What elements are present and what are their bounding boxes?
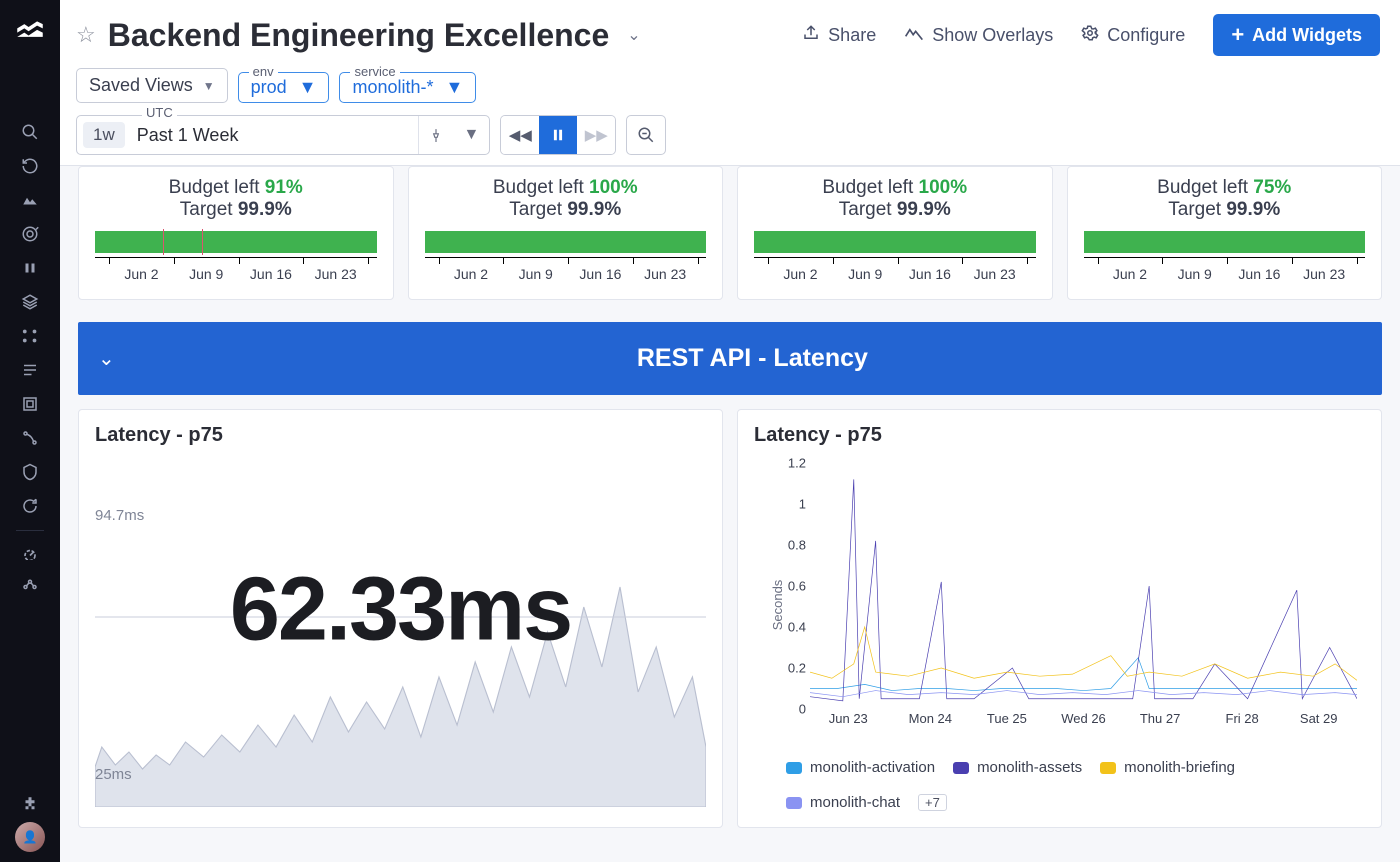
slo-budget-line: Budget left 100%: [754, 177, 1036, 199]
logo-icon[interactable]: [11, 8, 49, 46]
synthetics-icon[interactable]: [10, 571, 50, 603]
containers-icon[interactable]: [10, 388, 50, 420]
service-dropdown[interactable]: service monolith-* ▼: [339, 72, 476, 103]
slo-card[interactable]: Budget left 75%Target 99.9% Jun 2Jun 9Jun…: [1067, 166, 1383, 300]
x-axis-ticks: Jun 23Mon 24Tue 25Wed 26Thu 27Fri 28Sat …: [810, 711, 1357, 729]
pause-button[interactable]: [539, 116, 577, 154]
legend-item[interactable]: monolith-activation: [786, 759, 935, 776]
widget-title: Latency - p75: [754, 424, 1365, 447]
slo-target-line: Target 99.9%: [95, 199, 377, 221]
pin-icon[interactable]: [418, 116, 453, 154]
title-dropdown-icon[interactable]: ⌄: [621, 19, 646, 51]
slo-axis: Jun 2Jun 9Jun 16Jun 23: [1084, 257, 1366, 285]
gear-icon: [1081, 24, 1099, 47]
recent-icon[interactable]: [10, 150, 50, 182]
plugins-icon[interactable]: [10, 788, 50, 820]
slo-card[interactable]: Budget left 100%Target 99.9% Jun 2Jun 9Ju…: [408, 166, 724, 300]
slo-status-bar: [754, 231, 1036, 253]
playback-controls: ◀◀ ▶▶: [500, 115, 616, 155]
chevron-down-icon: ▼: [203, 79, 215, 93]
time-range-badge: 1w: [83, 122, 125, 148]
avatar[interactable]: 👤: [15, 822, 45, 852]
slo-card[interactable]: Budget left 91%Target 99.9% Jun 2Jun 9Jun…: [78, 166, 394, 300]
logs-icon[interactable]: [10, 354, 50, 386]
overlays-icon: [904, 24, 924, 47]
ci-icon[interactable]: [10, 490, 50, 522]
add-widgets-button[interactable]: + Add Widgets: [1213, 14, 1380, 56]
network-icon[interactable]: [10, 320, 50, 352]
legend-item[interactable]: monolith-briefing: [1100, 759, 1235, 776]
y-axis-high-label: 94.7ms: [95, 507, 706, 524]
legend-swatch: [953, 762, 969, 774]
chevron-down-icon[interactable]: ▼: [453, 116, 489, 154]
y-axis-ticks: 00.20.40.60.811.2: [774, 463, 806, 709]
services-icon[interactable]: [10, 422, 50, 454]
chevron-down-icon: ▼: [299, 77, 317, 98]
search-icon[interactable]: [10, 116, 50, 148]
rum-icon[interactable]: [10, 537, 50, 569]
legend-swatch: [786, 797, 802, 809]
latency-bignumber-widget[interactable]: Latency - p75 94.7ms 62.33ms 25ms: [78, 409, 723, 828]
share-icon: [802, 24, 820, 47]
section-header[interactable]: ⌄ REST API - Latency: [78, 322, 1382, 395]
latency-timeseries-widget[interactable]: Latency - p75 Seconds 00.20.40.60.811.2 …: [737, 409, 1382, 828]
chart-plot-area: [810, 463, 1357, 709]
page-title: Backend Engineering Excellence: [108, 17, 610, 54]
slo-axis: Jun 2Jun 9Jun 16Jun 23: [425, 257, 707, 285]
big-number-value: 62.33ms: [230, 558, 571, 661]
slo-budget-line: Budget left 100%: [425, 177, 707, 199]
step-back-button[interactable]: ◀◀: [501, 116, 539, 154]
widget-title: Latency - p75: [95, 424, 706, 447]
slo-axis: Jun 2Jun 9Jun 16Jun 23: [754, 257, 1036, 285]
legend-item[interactable]: monolith-assets: [953, 759, 1082, 776]
chart-legend: monolith-activation monolith-assets monoli…: [754, 759, 1365, 811]
slo-status-bar: [95, 231, 377, 253]
chevron-down-icon[interactable]: ⌄: [98, 346, 115, 371]
slo-target-line: Target 99.9%: [1084, 199, 1366, 221]
legend-more-button[interactable]: +7: [918, 794, 947, 811]
slo-widget-row: Budget left 91%Target 99.9%Jun 2Jun 9Jun…: [78, 166, 1382, 300]
y-axis-low-label: 25ms: [95, 766, 132, 783]
slo-budget-line: Budget left 91%: [95, 177, 377, 199]
chevron-down-icon: ▼: [446, 77, 464, 98]
env-dropdown[interactable]: env prod ▼: [238, 72, 330, 103]
saved-views-dropdown[interactable]: Saved Views ▼: [76, 68, 228, 103]
step-forward-button: ▶▶: [577, 116, 615, 154]
slo-card[interactable]: Budget left 100%Target 99.9% Jun 2Jun 9Ju…: [737, 166, 1053, 300]
slo-target-line: Target 99.9%: [754, 199, 1036, 221]
legend-item[interactable]: monolith-chat: [786, 794, 900, 811]
slo-target-line: Target 99.9%: [425, 199, 707, 221]
slo-status-bar: [425, 231, 707, 253]
configure-button[interactable]: Configure: [1081, 24, 1185, 47]
watchdog-icon[interactable]: [10, 252, 50, 284]
time-range-picker[interactable]: UTC 1w Past 1 Week ▼: [76, 115, 490, 155]
slo-axis: Jun 2Jun 9Jun 16Jun 23: [95, 257, 377, 285]
legend-swatch: [1100, 762, 1116, 774]
slo-budget-line: Budget left 75%: [1084, 177, 1366, 199]
dashboard-header: ☆ Backend Engineering Excellence ⌄ Share: [60, 0, 1400, 166]
slo-status-bar: [1084, 231, 1366, 253]
dashboards-icon[interactable]: [10, 184, 50, 216]
infra-icon[interactable]: [10, 286, 50, 318]
legend-swatch: [786, 762, 802, 774]
overlays-button[interactable]: Show Overlays: [904, 24, 1053, 47]
left-nav-rail: 👤: [0, 0, 60, 862]
zoom-out-button[interactable]: [626, 115, 666, 155]
security-icon[interactable]: [10, 456, 50, 488]
plus-icon: +: [1231, 22, 1244, 48]
target-icon[interactable]: [10, 218, 50, 250]
star-icon[interactable]: ☆: [76, 22, 96, 48]
share-button[interactable]: Share: [802, 24, 876, 47]
